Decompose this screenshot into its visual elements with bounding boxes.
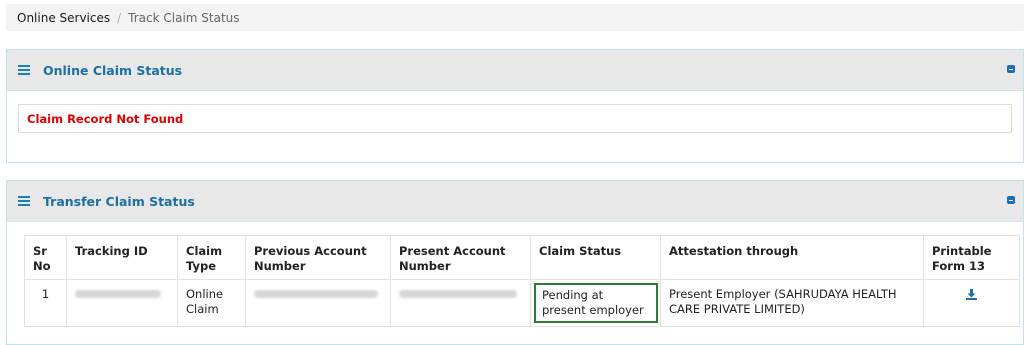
online-claim-title: Online Claim Status <box>43 62 183 78</box>
breadcrumb-online-services[interactable]: Online Services <box>17 11 110 25</box>
redacted-previous-account <box>254 290 378 298</box>
cell-attestation: Present Employer (SAHRUDAYA HEALTH CARE … <box>660 279 924 327</box>
header-printable-form: Printable Form 13 <box>923 235 1020 280</box>
claim-status-highlight: Pending at present employer <box>534 283 658 323</box>
transfer-claim-header: Transfer Claim Status <box>7 181 1023 222</box>
header-claim-status: Claim Status <box>530 235 661 280</box>
cell-present-account <box>390 279 531 327</box>
cell-tracking-id <box>66 279 178 327</box>
transfer-claim-table: Sr No Tracking ID Claim Type Previous Ac… <box>24 235 1020 327</box>
header-previous-account: Previous Account Number <box>245 235 391 280</box>
cell-claim-status: Pending at present employer <box>530 279 661 327</box>
header-claim-type: Claim Type <box>177 235 246 280</box>
claim-not-found-message: Claim Record Not Found <box>18 104 1012 133</box>
table-row: 1 Online Claim Pending at present employ… <box>24 279 1020 327</box>
online-claim-panel: Online Claim Status Claim Record Not Fou… <box>6 49 1024 163</box>
menu-icon <box>18 196 30 206</box>
cell-sr-no: 1 <box>24 279 67 327</box>
breadcrumb-current: Track Claim Status <box>128 10 240 25</box>
redacted-present-account <box>399 290 517 298</box>
online-claim-header: Online Claim Status <box>7 50 1023 91</box>
download-icon[interactable] <box>966 289 977 300</box>
redacted-tracking-id <box>75 290 161 298</box>
breadcrumb: Online Services / Track Claim Status <box>6 4 1024 31</box>
cell-claim-type: Online Claim <box>177 279 246 327</box>
header-tracking-id: Tracking ID <box>66 235 178 280</box>
header-attestation: Attestation through <box>660 235 924 280</box>
table-header-row: Sr No Tracking ID Claim Type Previous Ac… <box>24 235 1020 280</box>
collapse-icon[interactable] <box>1007 196 1015 204</box>
header-sr-no: Sr No <box>24 235 67 280</box>
menu-icon <box>18 65 30 75</box>
collapse-icon[interactable] <box>1007 65 1015 73</box>
transfer-claim-title: Transfer Claim Status <box>43 193 195 209</box>
header-present-account: Present Account Number <box>390 235 531 280</box>
cell-printable-form <box>923 279 1020 327</box>
cell-previous-account <box>245 279 391 327</box>
transfer-claim-panel: Transfer Claim Status Sr No Tracking ID … <box>6 180 1024 345</box>
breadcrumb-separator: / <box>117 10 122 25</box>
